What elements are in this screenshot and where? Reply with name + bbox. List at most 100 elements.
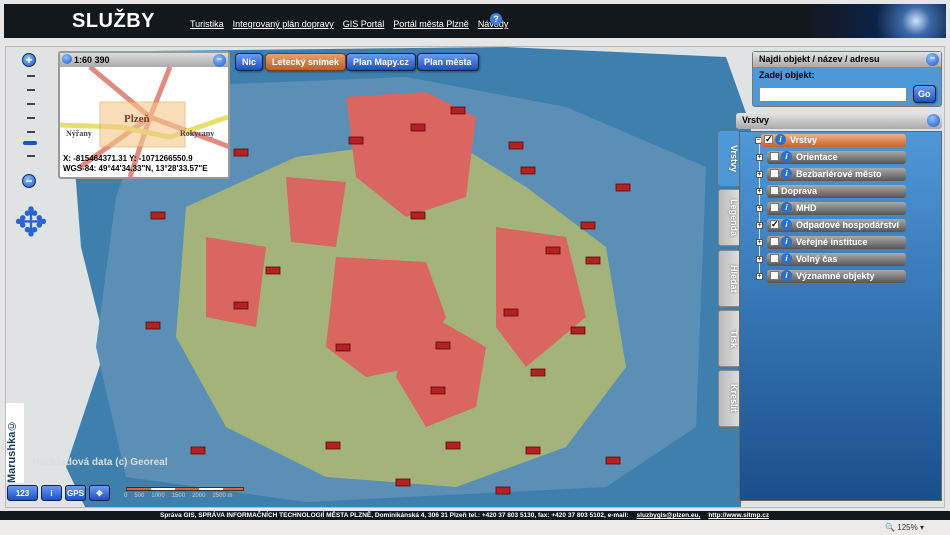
checkbox[interactable] (770, 186, 779, 196)
basemap-plan-mesta-button[interactable]: Plan města (417, 53, 479, 71)
expand-icon[interactable]: + (756, 205, 763, 212)
zoom-tick (27, 155, 35, 157)
info-layer-icon: i (781, 202, 792, 214)
search-title: Najdi objekt / název / adresu (759, 54, 880, 64)
expand-icon[interactable]: + (756, 154, 763, 161)
basemap-letecky-button[interactable]: Letecký snímek (265, 53, 347, 71)
coordinate-readout: X: -815464371.31 Y: -1071266550.9 WGS-84… (63, 154, 208, 174)
zoom-level[interactable]: 🔍 125% ▾ (885, 523, 924, 532)
nav-gis-portal[interactable]: GIS Portál (343, 19, 385, 29)
header: SLUŽBY Turistika Integrovaný plán doprav… (4, 4, 946, 38)
layer-label: Vrstvy (790, 135, 818, 145)
checkbox[interactable]: ✓ (764, 135, 773, 145)
layer-verejne[interactable]: i Veřejné instituce (767, 236, 906, 249)
layers-title: Vrstvy (742, 115, 770, 125)
tab-hledat[interactable]: Hledat (718, 250, 740, 307)
zoom-tick (27, 89, 35, 91)
marushka-watermark: Marushka© (6, 403, 24, 483)
urban-red-nw (286, 177, 346, 247)
pan-control-icon[interactable]: ✥ (10, 203, 52, 245)
checkbox[interactable] (770, 203, 779, 213)
scale-label: 0 (124, 493, 128, 499)
zoom-tick (27, 103, 35, 105)
layer-label: Orientace (796, 152, 838, 162)
urban-red-west (206, 237, 266, 327)
search-label: Zadej objekt: (759, 70, 815, 80)
zoom-out-button[interactable]: − (22, 174, 36, 188)
expand-icon[interactable]: + (756, 171, 763, 178)
map-canvas[interactable]: + − ✥ 1:60 390 − Plzeň Nýřany Rokycany X… (5, 46, 945, 508)
app-title: SLUŽBY (72, 10, 155, 32)
layers-panel-header: Vrstvy (736, 113, 942, 129)
expand-icon[interactable]: + (756, 222, 763, 229)
minimize-search-button[interactable]: − (926, 53, 939, 66)
layer-vyznamne[interactable]: i Významné objekty (767, 270, 906, 283)
expand-icon[interactable]: + (756, 256, 763, 263)
help-icon[interactable]: ? (490, 13, 502, 25)
gps-button[interactable]: GPS (65, 485, 86, 501)
expand-icon[interactable]: + (756, 188, 763, 195)
nav-turistika[interactable]: Turistika (190, 19, 224, 29)
top-nav: Turistika Integrovaný plán dopravy GIS P… (190, 19, 508, 29)
tab-legenda[interactable]: Legenda (718, 189, 740, 246)
layer-label: Bezbariérové město (796, 169, 882, 179)
map-copyright: Podkladová data (c) Georeal (33, 457, 168, 468)
footer: Správa GIS, SPRÁVA INFORMAČNÍCH TECHNOLO… (0, 511, 950, 520)
expand-icon[interactable]: + (756, 273, 763, 280)
info-layer-icon: i (781, 270, 792, 282)
checkbox[interactable] (770, 152, 779, 162)
footer-text: Správa GIS, SPRÁVA INFORMAČNÍCH TECHNOLO… (160, 512, 629, 519)
basemap-mapycz-button[interactable]: Plan Mapy.cz (346, 53, 416, 71)
overview-label-city: Plzeň (124, 113, 150, 125)
info-layer-icon: i (775, 134, 786, 146)
nav-portal-mesta[interactable]: Portál města Plzně (393, 19, 469, 29)
scale-labels: 0 500 1000 1500 2000 2500 m (124, 493, 232, 499)
expand-icon[interactable]: + (756, 239, 763, 246)
zoom-tick (27, 75, 35, 77)
checkbox[interactable] (770, 237, 779, 247)
checkbox[interactable] (770, 254, 779, 264)
tab-vrstvy[interactable]: Vrstvy (718, 131, 740, 186)
search-input[interactable] (759, 87, 907, 102)
layer-label: Významné objekty (796, 271, 875, 281)
minimize-overview-button[interactable]: − (213, 54, 226, 67)
info-tool-button[interactable]: i (41, 485, 62, 501)
tab-kreslit[interactable]: Kreslit (718, 370, 740, 427)
scale-bar (126, 487, 244, 491)
footer-email-link[interactable]: sluzbygis@plzen.eu, (637, 512, 701, 519)
minimize-layers-button[interactable] (927, 114, 940, 127)
layer-doprava[interactable]: Doprava (767, 185, 906, 198)
layer-label: MHD (796, 203, 817, 213)
nav-ipd[interactable]: Integrovaný plán dopravy (233, 19, 334, 29)
search-panel-header: Najdi objekt / název / adresu − (753, 52, 941, 67)
scale-label: 2000 (192, 493, 206, 499)
zoom-tick (27, 131, 35, 133)
basemap-nic-button[interactable]: Nic (235, 53, 264, 71)
search-panel: Najdi objekt / název / adresu − Zadej obj… (752, 51, 942, 107)
zoom-in-button[interactable]: + (22, 53, 36, 67)
zoom-slider-handle[interactable] (23, 141, 37, 145)
layer-orientace[interactable]: i Orientace (767, 151, 906, 164)
wgs-coords: WGS-84: 49°44'34.33"N, 13°28'33.57"E (63, 164, 208, 173)
search-go-button[interactable]: Go (913, 85, 936, 103)
xy-coords: X: -815464371.31 Y: -1071266550.9 (63, 154, 193, 163)
scale-label: 1500 (171, 493, 186, 499)
scale-label: 500 (134, 493, 145, 499)
overview-label-east: Rokycany (180, 129, 215, 138)
layer-label: Volný čas (796, 254, 838, 264)
globe-banner (766, 4, 946, 38)
checkbox[interactable] (770, 271, 779, 281)
checkbox[interactable] (770, 169, 779, 179)
tab-tisk[interactable]: Tisk (718, 310, 740, 367)
locate-button[interactable]: ✥ (89, 485, 110, 501)
scale-label: 1000 (151, 493, 165, 499)
layer-bezbarierove[interactable]: i Bezbariérové město (767, 168, 906, 181)
layer-volny-cas[interactable]: i Volný čas (767, 253, 906, 266)
footer-url-link[interactable]: http://www.sitmp.cz (708, 512, 769, 519)
layer-root[interactable]: ✓ i Vrstvy (761, 134, 906, 147)
layer-mhd[interactable]: i MHD (767, 202, 906, 215)
layer-odpadove[interactable]: ✓ i Odpadové hospodářství (767, 219, 906, 232)
measure-tool-button[interactable]: 123 (7, 485, 38, 501)
info-layer-icon: i (781, 219, 792, 231)
checkbox[interactable]: ✓ (770, 220, 779, 230)
